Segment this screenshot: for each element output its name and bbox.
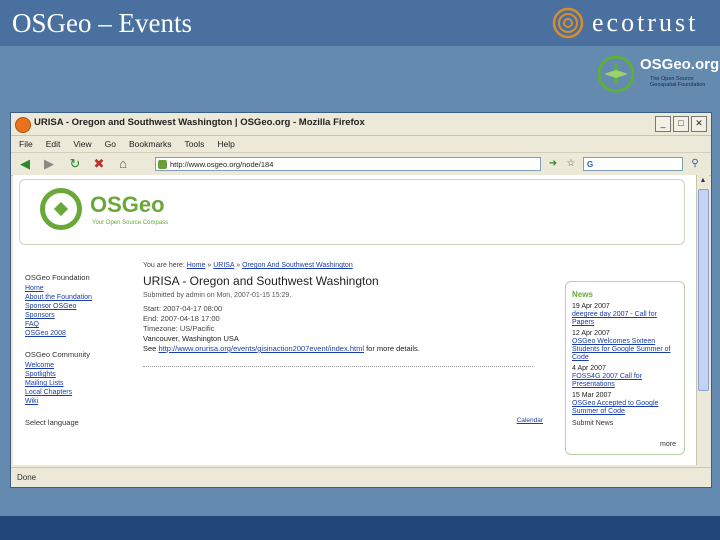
browser-window: URISA - Oregon and Southwest Washington … [10,112,712,488]
search-engine-icon[interactable]: ⚲ [687,156,703,172]
news-item: 12 Apr 2007 OSGeo Welcomes Sixteen Stude… [572,330,680,362]
bookmark-star-icon[interactable]: ☆ [563,156,579,172]
breadcrumb-current[interactable]: Oregon And Southwest Washington [242,262,353,269]
nav-link-sponsors[interactable]: Sponsors [25,311,145,320]
event-title: URISA - Oregon and Southwest Washington [143,274,379,288]
slide-title: OSGeo – Events [12,8,192,38]
maximize-button[interactable]: □ [673,116,689,132]
news-box: News 19 Apr 2007 deegree day 2007 - Call… [565,281,685,455]
menu-file[interactable]: File [19,139,33,149]
osgeo-org-tagline: The Open Source Geospatial Foundation [650,76,706,88]
home-icon[interactable]: ⌂ [115,156,131,172]
left-nav: OSGeo Foundation Home About the Foundati… [25,273,145,429]
language-heading[interactable]: Select language [25,418,145,427]
scroll-up-icon[interactable]: ▲ [697,175,709,187]
firefox-icon [15,117,31,133]
osgeo-org-logo: OSGeo.org The Open Source Geospatial Fou… [596,52,719,96]
search-input[interactable]: G [583,157,683,171]
see-prefix: See [143,344,157,353]
community-heading: OSGeo Community [25,350,91,359]
nav-link-home[interactable]: Home [25,284,145,293]
ecotrust-wordmark: ecotrust [592,8,699,37]
nav-link-wiki[interactable]: Wiki [25,397,145,406]
news-title-link[interactable]: deegree day 2007 - Call for Papers [572,311,680,327]
nav-link-faq[interactable]: FAQ [25,320,145,329]
osgeo-logo-icon[interactable] [40,188,82,230]
menu-help[interactable]: Help [217,139,234,149]
url-text: http://www.osgeo.org/node/184 [170,160,274,169]
scrollbar-thumb[interactable] [698,189,709,391]
forward-icon[interactable]: ▶ [41,156,57,172]
nav-link-osgeo-2008[interactable]: OSGeo 2008 [25,329,145,338]
nav-link-mailing-lists[interactable]: Mailing Lists [25,379,145,388]
browser-titlebar[interactable]: URISA - Oregon and Southwest Washington … [11,113,711,136]
minimize-button[interactable]: _ [655,116,671,132]
calendar-link[interactable]: Calendar [517,417,543,424]
menu-view[interactable]: View [73,139,91,149]
site-tagline: Your Open Source Compass [92,220,169,226]
browser-title: URISA - Oregon and Southwest Washington … [34,117,365,128]
submit-news-link[interactable]: Submit News [572,420,684,427]
ecotrust-spiral-icon [552,7,584,39]
event-details-link[interactable]: http://www.orurisa.org/events/gisinactio… [158,344,364,353]
page-viewport: OSGeo Your Open Source Compass OSGeo Fou… [13,175,697,465]
news-date: 4 Apr 2007 [572,365,606,372]
url-input[interactable]: http://www.osgeo.org/node/184 [155,157,541,171]
breadcrumb-separator: » [207,262,212,269]
back-icon[interactable]: ◀ [17,156,33,172]
news-date: 19 Apr 2007 [572,303,610,310]
news-title-link[interactable]: OSGeo Welcomes Sixteen Students for Goog… [572,338,680,362]
menu-edit[interactable]: Edit [46,139,61,149]
status-text: Done [17,473,37,482]
news-heading: News [572,290,593,299]
go-button-icon[interactable]: ➜ [545,156,561,172]
navigation-toolbar: ◀ ▶ ↻ ✖ ⌂ http://www.osgeo.org/node/184 … [11,153,711,176]
stop-icon[interactable]: ✖ [91,156,107,172]
slide-footer [0,516,720,540]
reload-icon[interactable]: ↻ [67,156,83,172]
more-news-link[interactable]: more [660,441,676,448]
nav-link-welcome[interactable]: Welcome [25,361,145,370]
event-start: Start: 2007-04-17 08:00 [143,304,223,313]
nav-link-local-chapters[interactable]: Local Chapters [25,388,145,397]
nav-link-sponsor[interactable]: Sponsor OSGeo [25,302,145,311]
menu-bar: File Edit View Go Bookmarks Tools Help [11,136,711,153]
news-item: 19 Apr 2007 deegree day 2007 - Call for … [572,303,680,327]
event-location: Vancouver, Washington USA [143,334,239,343]
breadcrumb: You are here: Home » URISA » Oregon And … [143,262,543,269]
site-logo-text[interactable]: OSGeo [90,192,165,218]
breadcrumb-urisa[interactable]: URISA [213,262,234,269]
close-button[interactable]: ✕ [691,116,707,132]
menu-tools[interactable]: Tools [185,139,205,149]
osgeo-compass-icon [597,55,635,93]
page-favicon-icon [158,160,167,169]
submitted-by: Submitted by admin on Mon, 2007-01-15 15… [143,292,292,299]
event-see-more: See http://www.orurisa.org/events/gisina… [143,344,543,354]
breadcrumb-home[interactable]: Home [187,262,206,269]
news-item: 15 Mar 2007 OSGeo Accepted to Google Sum… [572,392,680,416]
nav-link-about[interactable]: About the Foundation [25,293,145,302]
event-timezone: Timezone: US/Pacific [143,324,215,333]
slide-header: OSGeo – Events ecotrust [0,0,720,46]
vertical-scrollbar[interactable]: ▲ [696,175,709,465]
news-title-link[interactable]: OSGeo Accepted to Google Summer of Code [572,400,680,416]
menu-go[interactable]: Go [105,139,116,149]
nav-link-spotlights[interactable]: Spotlights [25,370,145,379]
news-title-link[interactable]: FOSS4G 2007 Call for Presentations [572,373,680,389]
breadcrumb-prefix: You are here: [143,262,185,269]
foundation-heading: OSGeo Foundation [25,273,90,282]
news-date: 12 Apr 2007 [572,330,610,337]
see-suffix: for more details. [366,344,420,353]
osgeo-org-wordmark: OSGeo.org [640,56,720,73]
menu-bookmarks[interactable]: Bookmarks [129,139,172,149]
content-divider [143,366,533,367]
status-bar: Done [11,467,711,487]
news-date: 15 Mar 2007 [572,392,612,399]
news-item: 4 Apr 2007 FOSS4G 2007 Call for Presenta… [572,365,680,389]
site-header: OSGeo Your Open Source Compass [19,179,685,245]
ecotrust-logo: ecotrust [552,6,698,40]
event-end: End: 2007-04-18 17:00 [143,314,220,323]
breadcrumb-separator: » [236,262,241,269]
event-content: You are here: Home » URISA » Oregon And … [143,262,543,424]
